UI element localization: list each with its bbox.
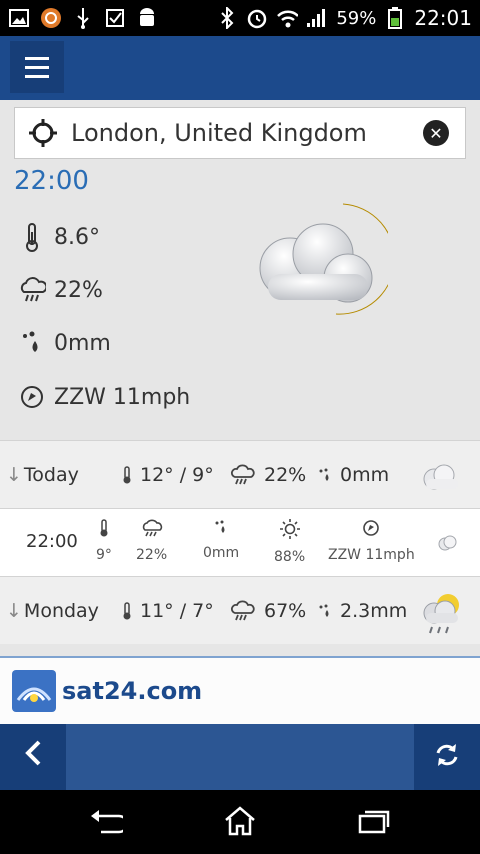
day-label: Monday: [23, 599, 99, 622]
location-search[interactable]: London, United Kingdom ✕: [14, 107, 466, 159]
back-button[interactable]: [0, 724, 66, 790]
chevron-left-icon: [24, 739, 42, 775]
precipitation: 2.3mm: [340, 599, 408, 622]
app-icon: [40, 8, 62, 28]
thermometer-icon: [99, 519, 109, 541]
clear-icon[interactable]: ✕: [423, 120, 449, 146]
refresh-button[interactable]: [414, 724, 480, 790]
current-rain-chance: 22%: [18, 276, 103, 304]
rain-cloud-icon: [230, 464, 256, 486]
clock: 22:01: [414, 6, 472, 30]
temperature-value: 8.6°: [54, 224, 100, 250]
sun-rain-cloud-icon: [418, 591, 466, 633]
wind-value: ZZW 11mph: [54, 384, 191, 410]
temp-range: 11° / 7°: [140, 599, 214, 622]
sun-icon: [279, 519, 301, 543]
night-cloudy-icon: [436, 531, 462, 557]
sat24-logo-icon: [12, 670, 56, 712]
system-nav-bar: [0, 790, 480, 854]
hourly-row[interactable]: 22:00 9° 22% 0mm 88% ZZW 11mph: [0, 508, 480, 576]
rain-chance: 67%: [264, 599, 307, 622]
forecast-monday-row[interactable]: ↓ Monday 11° / 7° 67% 2.3mm: [0, 576, 480, 644]
wifi-icon: [276, 8, 299, 28]
raindrops-icon: [214, 519, 228, 539]
bottom-bar: [0, 724, 480, 790]
arrow-down-icon: ↓: [6, 599, 22, 622]
hour-temp: 9°: [96, 547, 112, 563]
night-cloudy-icon: [418, 455, 466, 495]
ad-brand: sat24.com: [62, 677, 203, 705]
current-wind: ZZW 11mph: [18, 384, 190, 410]
hour-precip: 0mm: [203, 545, 240, 561]
refresh-icon: [434, 742, 460, 772]
compass-icon: [18, 384, 46, 410]
current-precipitation: 0mm: [18, 330, 111, 356]
precipitation-value: 0mm: [54, 330, 111, 356]
raindrops-icon: [18, 330, 46, 356]
recent-apps-nav-icon[interactable]: [354, 804, 394, 838]
arrow-down-icon: ↓: [6, 463, 22, 486]
image-icon: [8, 8, 30, 28]
hour-rain: 22%: [136, 547, 168, 563]
battery-percent: 59%: [336, 7, 377, 29]
raindrops-icon: [318, 467, 332, 483]
usb-icon: [72, 8, 94, 29]
thermometer-icon: [122, 465, 132, 484]
hour-humidity: 88%: [274, 549, 306, 565]
compass-icon: [362, 519, 380, 541]
checkbox-icon: [104, 8, 126, 28]
menu-button[interactable]: [10, 41, 64, 93]
ad-banner[interactable]: sat24.com: [0, 656, 480, 724]
current-temperature: 8.6°: [18, 222, 100, 252]
menu-icon: [25, 56, 49, 60]
hour-time: 22:00: [26, 531, 78, 552]
bluetooth-icon: [216, 7, 238, 29]
alarm-icon: [246, 8, 268, 29]
rain-chance: 22%: [264, 463, 307, 486]
night-cloudy-icon: [248, 196, 396, 326]
raindrops-icon: [318, 603, 332, 619]
android-icon: [136, 8, 158, 28]
status-bar: 59% 22:01: [0, 0, 480, 36]
signal-icon: [306, 8, 328, 28]
rain-cloud-icon: [18, 276, 46, 304]
rain-chance-value: 22%: [54, 277, 103, 303]
thermometer-icon: [122, 601, 132, 620]
home-nav-icon[interactable]: [220, 804, 260, 838]
crosshair-icon[interactable]: [15, 107, 71, 159]
app-bar: [0, 36, 480, 100]
battery-icon: [384, 7, 406, 29]
temp-range: 12° / 9°: [140, 463, 214, 486]
location-text[interactable]: London, United Kingdom: [71, 119, 423, 147]
forecast-today-row[interactable]: ↓ Today 12° / 9° 22% 0mm: [0, 440, 480, 508]
day-label: Today: [23, 463, 79, 486]
rain-cloud-icon: [140, 519, 164, 541]
current-time: 22:00: [14, 166, 89, 196]
hour-wind: ZZW 11mph: [328, 547, 415, 563]
rain-cloud-icon: [230, 600, 256, 622]
back-nav-icon[interactable]: [86, 804, 126, 838]
thermometer-icon: [18, 222, 46, 252]
precipitation: 0mm: [340, 463, 390, 486]
